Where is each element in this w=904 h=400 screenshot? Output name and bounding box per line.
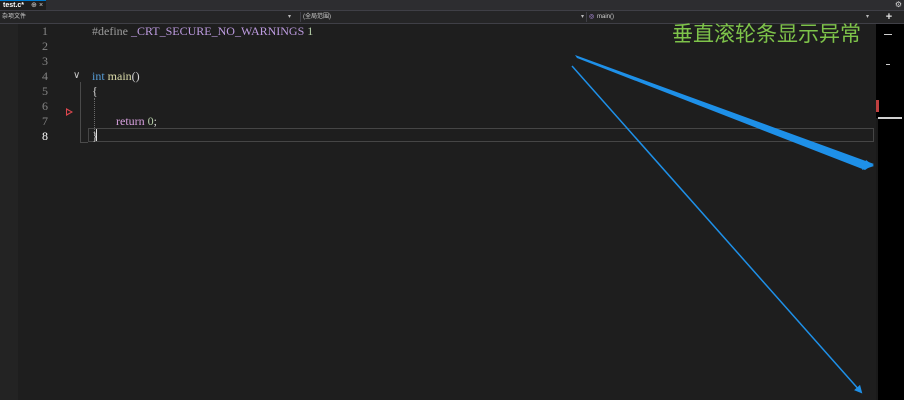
- open-brace: {: [92, 84, 98, 98]
- line-number: 1: [42, 24, 48, 38]
- tab-test-c[interactable]: test.c* ⊕ ×: [0, 0, 46, 10]
- tab-title: test.c*: [3, 2, 25, 9]
- gear-icon[interactable]: ⚙: [895, 0, 902, 10]
- function-label: main(): [597, 14, 615, 20]
- close-icon[interactable]: ×: [39, 1, 43, 10]
- return-keyword: return: [116, 114, 145, 128]
- current-line-highlight: [88, 128, 874, 142]
- fold-guide: [80, 82, 88, 143]
- preprocessor-keyword: #define: [92, 24, 128, 38]
- indicator-margin[interactable]: [0, 24, 18, 400]
- chevron-down-icon: ▾: [865, 14, 869, 20]
- line-number: 2: [42, 39, 48, 53]
- pin-icon[interactable]: ⊕: [31, 1, 37, 10]
- scope-label: (全局范围): [303, 14, 331, 20]
- line-number: 6: [42, 99, 48, 113]
- code-editor[interactable]: 1 2 3 4 5 6 7 8 ∨ #define _CRT_SECURE_NO…: [0, 24, 876, 400]
- line-number: 7: [42, 114, 48, 128]
- scrollbar-track[interactable]: [876, 118, 878, 400]
- project-dropdown[interactable]: 杂项文件 ▾: [0, 12, 293, 22]
- function-name: main: [104, 69, 132, 83]
- scrollbar-marker: [886, 64, 890, 65]
- code-line-1[interactable]: #define _CRT_SECURE_NO_WARNINGS 1: [92, 24, 313, 39]
- line-number: 5: [42, 84, 48, 98]
- line-number: 4: [42, 69, 48, 83]
- type-keyword: int: [92, 69, 105, 83]
- chevron-down-icon: ▾: [580, 14, 584, 20]
- breakpoint-marker: [876, 100, 879, 112]
- chevron-down-icon: ▾: [287, 14, 291, 20]
- document-tab-bar: test.c* ⊕ × ⚙: [0, 0, 904, 11]
- caret-position-marker: [878, 117, 902, 119]
- line-number: 3: [42, 54, 48, 68]
- macro-name: _CRT_SECURE_NO_WARNINGS: [127, 24, 305, 38]
- scrollbar-marker: [884, 34, 892, 35]
- semicolon: ;: [153, 114, 157, 128]
- return-value: 0: [144, 114, 154, 128]
- annotation-label: 垂直滚轮条显示异常: [672, 22, 861, 46]
- collapse-icon[interactable]: ∨: [73, 70, 80, 82]
- code-line-7[interactable]: return 0;: [116, 114, 157, 129]
- scope-dropdown[interactable]: (全局范围) ▾: [300, 12, 586, 22]
- text-caret: [96, 129, 97, 141]
- breakpoint-arrow-icon: [66, 108, 73, 116]
- function-icon: ◎: [589, 14, 595, 20]
- parens: (): [131, 69, 140, 83]
- split-view-button[interactable]: +: [880, 11, 898, 23]
- vertical-scrollbar[interactable]: [876, 24, 904, 400]
- code-line-5[interactable]: {: [92, 84, 98, 99]
- project-label: 杂项文件: [2, 14, 27, 20]
- line-number-active: 8: [42, 129, 48, 143]
- code-line-4[interactable]: int main(): [92, 69, 140, 84]
- macro-value: 1: [304, 24, 314, 38]
